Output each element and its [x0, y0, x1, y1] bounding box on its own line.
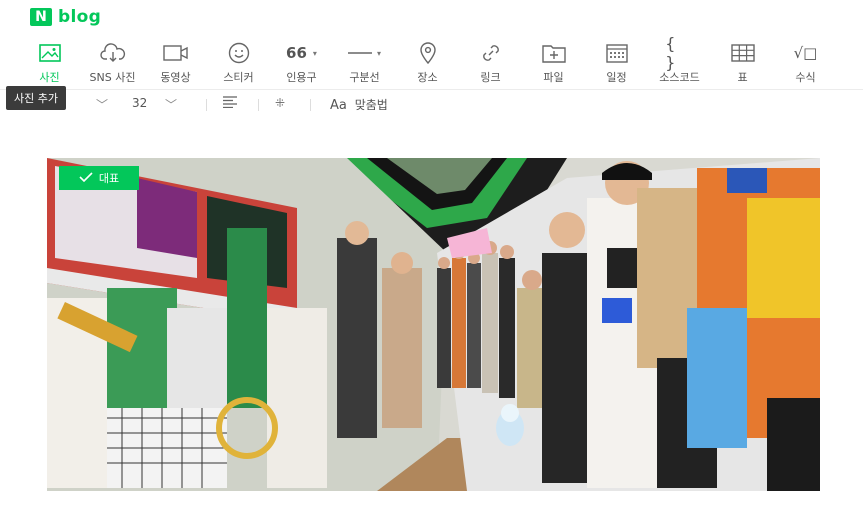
toolbar-item-video[interactable]: 동영상 [144, 42, 207, 88]
representative-badge[interactable]: 대표 [59, 166, 139, 190]
toolbar-label: 스티커 [223, 71, 254, 84]
image-icon [36, 42, 64, 64]
line-spacing-icon[interactable]: ⁜ [275, 96, 285, 110]
toolbar-label: SNS 사진 [89, 71, 136, 84]
logo-n-mark: N [30, 8, 52, 26]
toolbar-label: 장소 [417, 71, 438, 84]
file-add-icon [540, 42, 568, 64]
photo-add-tooltip: 사진 추가 [6, 86, 66, 110]
quote-icon: 66 ▾ [282, 42, 322, 64]
align-icon[interactable] [223, 96, 237, 111]
toolbar-divider [0, 89, 863, 90]
toolbar-item-quote[interactable]: 66 ▾ 인용구 [270, 42, 333, 88]
cloud-download-icon [99, 42, 127, 64]
code-glyph: { } [665, 34, 676, 72]
spellcheck-icon: Aa [330, 98, 347, 113]
quote-glyph: 66 [286, 44, 307, 62]
divider-icon: ▾ [345, 42, 385, 64]
code-icon: { } [666, 34, 694, 72]
photo-image [47, 158, 820, 491]
toolbar-item-schedule[interactable]: 일정 [585, 42, 648, 88]
toolbar-label: 동영상 [160, 71, 191, 84]
toolbar-label: 구분선 [349, 71, 380, 84]
font-size-select[interactable]: 32 [132, 96, 147, 110]
check-icon [79, 171, 93, 185]
toolbar-item-sticker[interactable]: 스티커 [207, 42, 270, 88]
toolbar-item-link[interactable]: 링크 [459, 42, 522, 88]
calendar-icon [603, 42, 631, 64]
toolbar-item-formula[interactable]: √□ 수식 [774, 42, 837, 88]
toolbar-label: 파일 [543, 71, 564, 84]
naver-blog-logo[interactable]: N blog [30, 7, 101, 27]
toolbar-item-table[interactable]: 표 [711, 42, 774, 88]
format-bar: ﹀ 32 ﹀ ⁜ Aa 맞춤법 [0, 94, 863, 116]
separator [258, 99, 259, 111]
separator [206, 99, 207, 111]
chevron-down-icon[interactable]: ﹀ [96, 96, 108, 113]
toolbar-label: 수식 [795, 71, 816, 84]
link-icon [477, 42, 505, 64]
chevron-down-icon: ▾ [376, 48, 381, 58]
spellcheck-label: 맞춤법 [354, 98, 388, 112]
formula-glyph: √□ [793, 44, 818, 62]
formula-icon: √□ [792, 42, 820, 64]
toolbar-label: 일정 [606, 71, 627, 84]
location-icon [414, 42, 442, 64]
badge-label: 대표 [98, 172, 120, 185]
separator [310, 99, 311, 111]
smile-icon [225, 42, 253, 64]
spellcheck-button[interactable]: Aa 맞춤법 [330, 96, 388, 113]
toolbar-label: 소스코드 [659, 71, 700, 84]
chevron-down-icon[interactable]: ﹀ [165, 96, 177, 113]
toolbar-label: 표 [737, 71, 748, 84]
inserted-photo[interactable]: 대표 [47, 158, 820, 491]
header: N blog [0, 0, 863, 36]
insert-toolbar: 사진 SNS 사진 동영상 스티커 66 ▾ 인용구 ▾ 구분선 장소 링크 파… [18, 34, 837, 88]
toolbar-label: 링크 [480, 71, 501, 84]
toolbar-item-divider[interactable]: ▾ 구분선 [333, 42, 396, 88]
chevron-down-icon: ▾ [312, 48, 317, 58]
table-icon [729, 42, 757, 64]
toolbar-item-file[interactable]: 파일 [522, 42, 585, 88]
toolbar-item-photo[interactable]: 사진 [18, 42, 81, 88]
toolbar-item-place[interactable]: 장소 [396, 42, 459, 88]
toolbar-item-sns-photo[interactable]: SNS 사진 [81, 42, 144, 88]
logo-text: blog [58, 7, 102, 27]
video-icon [162, 42, 190, 64]
toolbar-label: 사진 [39, 71, 60, 84]
toolbar-label: 인용구 [286, 71, 317, 84]
toolbar-item-source-code[interactable]: { } 소스코드 [648, 34, 711, 88]
